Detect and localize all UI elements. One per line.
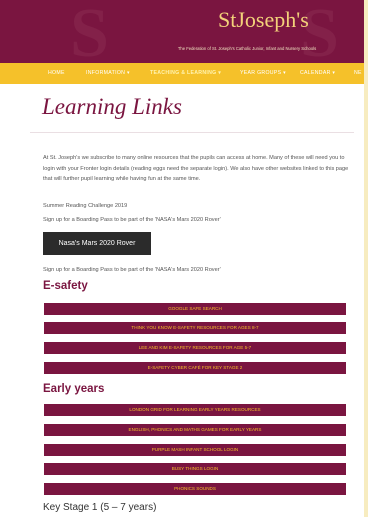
- page-title: Learning Links: [42, 94, 182, 119]
- busy-things-link[interactable]: BUSY THINGS LOGIN: [44, 463, 346, 475]
- think-you-know-link[interactable]: THINK YOU KNOW E-SAFETY RESOURCES FOR AG…: [44, 322, 346, 334]
- site-header: S S StJoseph's The Federation of St. Jos…: [0, 0, 364, 63]
- nav-calendar[interactable]: CALENDAR ▾: [300, 63, 335, 84]
- nav-information[interactable]: INFORMATION ▾: [86, 63, 130, 84]
- phonics-sounds-link[interactable]: PHONICS SOUNDS: [44, 483, 346, 495]
- logo-subtitle: The Federation of St. Joseph's Catholic …: [177, 46, 317, 51]
- lee-and-kim-link[interactable]: LEE AND KIM E-SAFETY RESOURCES FOR AGE 5…: [44, 342, 346, 354]
- nav-year-groups[interactable]: YEAR GROUPS ▾: [240, 63, 286, 84]
- school-logo[interactable]: StJoseph's: [218, 7, 309, 32]
- early-years-heading: Early years: [43, 383, 105, 395]
- key-stage-1-heading: Key Stage 1 (5 – 7 years): [43, 502, 157, 513]
- nav-teaching-learning[interactable]: TEACHING & LEARNING ▾: [150, 63, 221, 84]
- nav-home[interactable]: HOME: [48, 63, 65, 84]
- purple-mash-link[interactable]: PURPLE MASH INFANT SCHOOL LOGIN: [44, 444, 346, 456]
- intro-text: At St. Joseph's we subscribe to many onl…: [43, 155, 349, 182]
- google-safe-search-link[interactable]: GOOGLE SAFE SEARCH: [44, 303, 346, 315]
- title-divider: [30, 132, 354, 133]
- cyber-cafe-link[interactable]: E-SAFETY CYBER CAFÉ FOR KEY STAGE 2: [44, 362, 346, 374]
- logo-text: StJoseph's: [218, 7, 309, 32]
- summer-reading-link[interactable]: Summer Reading Challenge 2019: [43, 201, 353, 212]
- boarding-pass-text: Sign up for a Boarding Pass to be part o…: [43, 217, 221, 223]
- nav-more[interactable]: NE: [354, 63, 362, 84]
- header-watermark: S: [70, 0, 109, 63]
- esafety-heading: E-safety: [43, 280, 88, 292]
- london-grid-link[interactable]: LONDON GRID FOR LEARNING EARLY YEARS RES…: [44, 404, 346, 416]
- english-phonics-maths-link[interactable]: ENGLISH, PHONICS AND MATHS GAMES FOR EAR…: [44, 424, 346, 436]
- page: S S StJoseph's The Federation of St. Jos…: [0, 0, 364, 517]
- page-edge: [364, 0, 368, 517]
- mars-rover-button[interactable]: Nasa's Mars 2020 Rover: [43, 232, 151, 255]
- main-nav: HOME INFORMATION ▾ TEACHING & LEARNING ▾…: [0, 63, 364, 84]
- boarding-pass-text-2: Sign up for a Boarding Pass to be part o…: [43, 267, 221, 273]
